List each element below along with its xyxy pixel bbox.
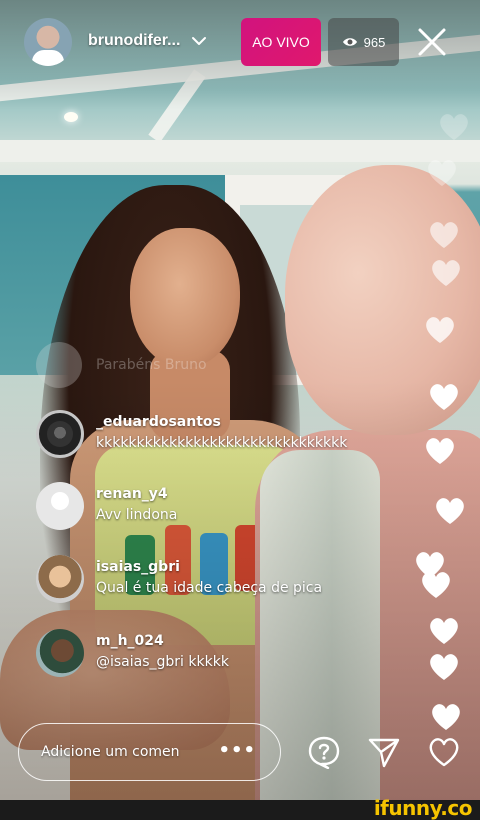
comment-username[interactable]: isaias_gbri — [96, 557, 322, 577]
viewer-count-badge[interactable]: 965 — [328, 18, 399, 66]
comment-input-placeholder: Adicione um comen — [41, 744, 180, 760]
heart-icon — [429, 738, 459, 767]
heart-icon — [432, 704, 460, 730]
heart-icon — [430, 618, 458, 644]
heart-icon — [430, 384, 458, 410]
send-icon — [368, 738, 400, 768]
live-badge-label: AO VIVO — [252, 34, 310, 50]
chevron-down-icon — [192, 37, 207, 45]
close-icon — [418, 28, 446, 56]
comment-item[interactable]: _eduardosantos kkkkkkkkkkkkkkkkkkkkkkkkk… — [36, 410, 347, 458]
viewer-count: 965 — [363, 34, 386, 50]
comment-item[interactable]: m_h_024 @isaias_gbri kkkkk — [36, 629, 229, 677]
commenter-avatar[interactable] — [36, 629, 84, 677]
comment-username[interactable]: m_h_024 — [96, 631, 229, 651]
heart-icon — [432, 260, 460, 286]
heart-icon — [430, 654, 458, 680]
faded-comment-text: Parabéns Bruno — [96, 357, 207, 373]
comment-item[interactable]: isaias_gbri Qual é tua idade cabeça de p… — [36, 555, 322, 603]
faded-comment-avatar — [36, 342, 82, 388]
host-username-button[interactable]: brunodifer... — [88, 26, 208, 56]
floating-hearts — [400, 100, 480, 740]
commenter-avatar[interactable] — [36, 410, 84, 458]
comment-username[interactable]: _eduardosantos — [96, 412, 347, 432]
comment-text: @isaias_gbri kkkkk — [96, 654, 229, 670]
heart-icon — [436, 498, 464, 524]
live-header: brunodifer... AO VIVO 965 — [0, 16, 480, 68]
commenter-avatar[interactable] — [36, 482, 84, 530]
comment-item[interactable]: renan_y4 Avv lindona — [36, 482, 177, 530]
heart-icon — [440, 114, 468, 140]
heart-icon — [426, 317, 454, 343]
commenter-avatar[interactable] — [36, 555, 84, 603]
ifunny-watermark: ifunny.co — [373, 796, 473, 820]
heart-icon — [426, 438, 454, 464]
comment-text: kkkkkkkkkkkkkkkkkkkkkkkkkkkkkkk — [96, 435, 348, 451]
heart-icon — [422, 572, 450, 598]
live-badge: AO VIVO — [241, 18, 321, 66]
question-button[interactable] — [306, 734, 342, 770]
like-button[interactable] — [426, 734, 462, 770]
faded-comment: Parabéns Bruno — [36, 342, 207, 388]
more-options-button[interactable]: ••• — [218, 740, 256, 761]
comment-username[interactable]: renan_y4 — [96, 484, 177, 504]
comment-input[interactable]: Adicione um comen ••• — [18, 723, 281, 781]
heart-icon — [428, 160, 456, 186]
comment-text: Qual é tua idade cabeça de pica — [96, 580, 323, 596]
host-username: brunodifer... — [88, 32, 181, 49]
eye-icon — [342, 38, 357, 46]
heart-icon — [430, 222, 458, 248]
share-button[interactable] — [366, 734, 402, 770]
comment-text: Avv lindona — [96, 507, 178, 523]
question-icon — [308, 736, 340, 769]
close-button[interactable] — [412, 22, 452, 62]
host-avatar[interactable] — [24, 18, 72, 66]
